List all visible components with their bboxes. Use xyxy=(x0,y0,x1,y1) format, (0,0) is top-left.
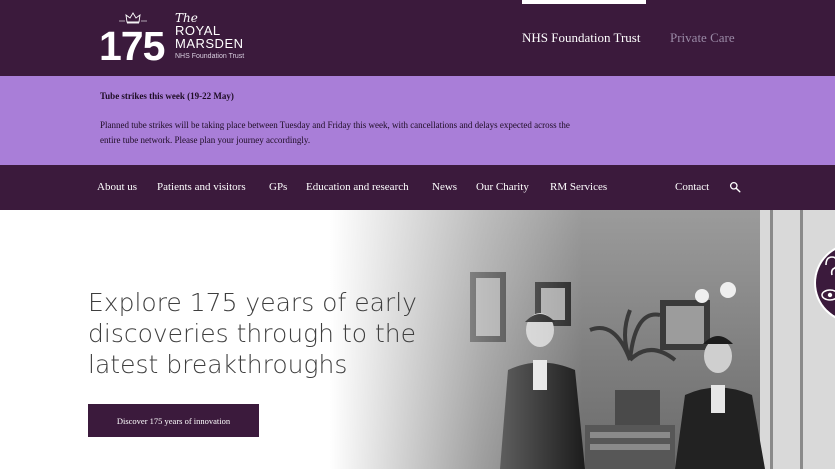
main-navigation: About us Patients and visitors GPs Educa… xyxy=(0,165,835,210)
logo-anniversary-number: 175 xyxy=(99,23,165,69)
nav-contact[interactable]: Contact xyxy=(675,181,709,193)
site-logo[interactable]: 175 The ROYAL MARSDEN NHS Foundation Tru… xyxy=(99,10,269,68)
logo-subtitle: NHS Foundation Trust xyxy=(175,53,245,60)
nav-our-charity[interactable]: Our Charity xyxy=(476,181,529,193)
alert-title: Tube strikes this week (19-22 May) xyxy=(100,91,234,101)
accessibility-icon xyxy=(821,256,835,301)
discover-175-years-button[interactable]: Discover 175 years of innovation xyxy=(88,404,259,437)
alert-banner: Tube strikes this week (19-22 May) Plann… xyxy=(0,76,835,165)
logo-marsden: MARSDEN xyxy=(175,36,244,51)
private-care-link[interactable]: Private Care xyxy=(670,30,735,46)
active-tab-indicator xyxy=(522,0,646,4)
hero-section: Explore 175 years of early discoveries t… xyxy=(0,210,835,469)
search-icon[interactable] xyxy=(729,181,741,193)
hero-title: Explore 175 years of early discoveries t… xyxy=(88,288,417,379)
alert-body: Planned tube strikes will be taking plac… xyxy=(100,120,570,145)
nav-gps[interactable]: GPs xyxy=(269,181,287,193)
nav-patients-and-visitors[interactable]: Patients and visitors xyxy=(157,181,246,193)
top-header: 175 The ROYAL MARSDEN NHS Foundation Tru… xyxy=(0,0,835,76)
nav-rm-services[interactable]: RM Services xyxy=(550,181,607,193)
nav-news[interactable]: News xyxy=(432,181,457,193)
nav-about-us[interactable]: About us xyxy=(97,181,137,193)
nhs-foundation-trust-link[interactable]: NHS Foundation Trust xyxy=(522,30,640,46)
nav-education-and-research[interactable]: Education and research xyxy=(306,181,409,193)
